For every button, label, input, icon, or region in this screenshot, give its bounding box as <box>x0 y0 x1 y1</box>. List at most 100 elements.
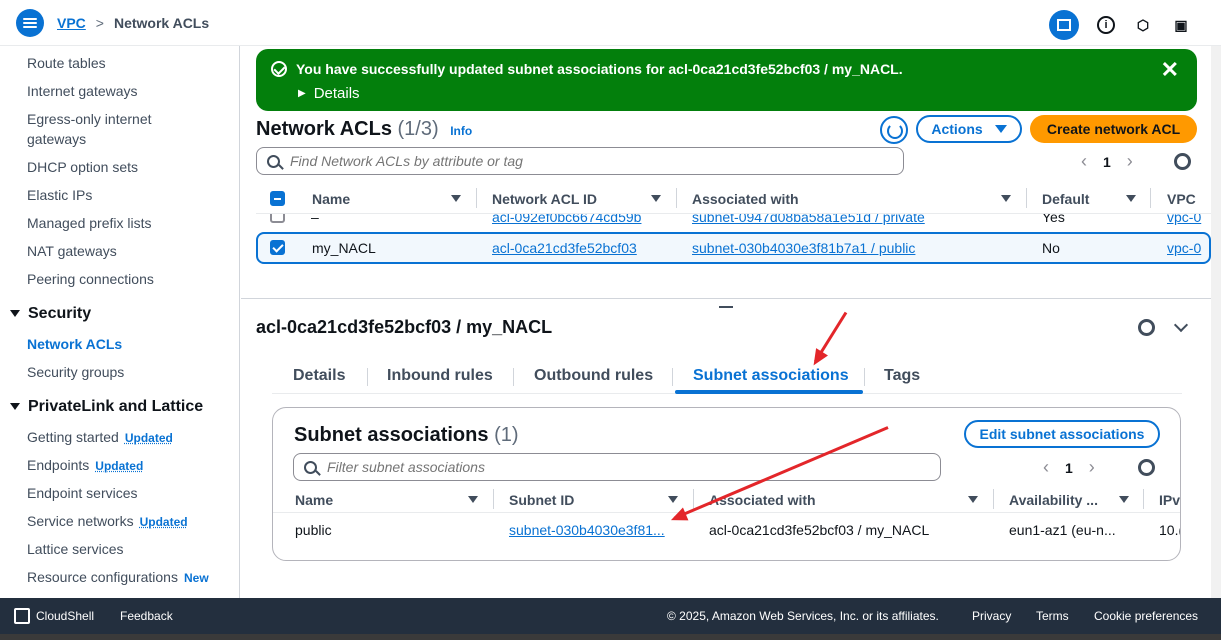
column-header-name[interactable]: Name <box>295 492 333 508</box>
sidebar-item-elastic-ips[interactable]: Elastic IPs <box>27 185 92 205</box>
gear-icon[interactable] <box>1138 319 1155 336</box>
row-checkbox[interactable] <box>270 240 285 255</box>
updated-badge: Updated <box>95 459 144 473</box>
sidebar-item-security-groups[interactable]: Security groups <box>27 362 124 382</box>
panel-title: Subnet associations (1) <box>294 424 519 447</box>
sort-icon[interactable] <box>451 195 461 202</box>
feedback-link[interactable]: Feedback <box>120 609 173 623</box>
cell-subnet-id[interactable]: subnet-030b4030e3f81... <box>509 522 665 538</box>
sort-icon[interactable] <box>1001 195 1011 202</box>
close-icon[interactable]: ✕ <box>1161 57 1179 83</box>
sort-icon[interactable] <box>668 496 678 503</box>
caret-down-icon <box>10 403 20 411</box>
cell-acl-id[interactable]: acl-0ca21cd3fe52bcf03 <box>492 240 637 256</box>
sidebar-item-endpoints[interactable]: Endpoints Updated <box>27 455 143 476</box>
caret-down-icon <box>994 125 1007 133</box>
sort-icon[interactable] <box>968 496 978 503</box>
table-row-selected[interactable]: my_NACL acl-0ca21cd3fe52bcf03 subnet-030… <box>256 232 1211 264</box>
column-header-associated[interactable]: Associated with <box>692 191 799 207</box>
sidebar-item-peering-connections[interactable]: Peering connections <box>27 269 154 289</box>
column-header-ipv4[interactable]: IPv <box>1159 492 1180 508</box>
tab-divider <box>672 368 673 386</box>
terminal-icon[interactable] <box>14 608 30 624</box>
info-link[interactable]: Info <box>450 124 472 138</box>
sidebar-section-security[interactable]: Security <box>10 305 91 323</box>
sort-icon[interactable] <box>1126 195 1136 202</box>
subnet-associations-panel: Subnet associations (1) Edit subnet asso… <box>272 407 1181 561</box>
sort-icon[interactable] <box>468 496 478 503</box>
sidebar-item-dhcp-option-sets[interactable]: DHCP option sets <box>27 157 138 177</box>
sidebar-item-lattice-services[interactable]: Lattice services <box>27 539 123 559</box>
column-header-vpc[interactable]: VPC <box>1167 191 1196 207</box>
sidebar-section-privatelink[interactable]: PrivateLink and Lattice <box>10 398 203 416</box>
chevron-right-icon: > <box>95 15 104 31</box>
sort-icon[interactable] <box>1119 496 1129 503</box>
column-header-name[interactable]: Name <box>312 191 350 207</box>
sidebar-item-network-acls[interactable]: Network ACLs <box>27 334 122 354</box>
tab-subnet-associations[interactable]: Subnet associations <box>693 367 849 385</box>
sidebar-item-resource-configurations[interactable]: Resource configurations New <box>27 567 209 588</box>
search-input[interactable] <box>290 153 903 169</box>
privacy-link[interactable]: Privacy <box>972 609 1011 623</box>
tab-divider <box>513 368 514 386</box>
column-header-default[interactable]: Default <box>1042 191 1089 207</box>
select-all-checkbox[interactable] <box>270 191 285 206</box>
resize-handle[interactable] <box>719 306 733 308</box>
sidebar-item-service-networks[interactable]: Service networks Updated <box>27 511 188 532</box>
create-network-acl-button[interactable]: Create network ACL <box>1030 115 1197 143</box>
subnet-filter[interactable] <box>293 453 941 481</box>
page-number[interactable]: 1 <box>1065 460 1073 476</box>
chevron-left-icon[interactable]: ‹ <box>1081 151 1087 172</box>
column-divider <box>693 489 694 509</box>
sort-icon[interactable] <box>651 195 661 202</box>
scrollbar[interactable] <box>1211 46 1221 598</box>
cell-associated[interactable]: subnet-030b4030e3f81b7a1 / public <box>692 240 915 256</box>
cookie-preferences-link[interactable]: Cookie preferences <box>1094 609 1198 623</box>
gear-icon[interactable] <box>1138 459 1155 476</box>
cell-vpc[interactable]: vpc-0 <box>1167 240 1201 256</box>
info-icon[interactable]: i <box>1097 16 1115 34</box>
menu-icon[interactable] <box>16 9 44 37</box>
cloudshell-link[interactable]: CloudShell <box>36 609 94 623</box>
breadcrumb-vpc[interactable]: VPC <box>57 15 86 31</box>
chevron-right-icon[interactable]: › <box>1089 457 1095 478</box>
refresh-icon[interactable] <box>880 116 908 144</box>
chevron-right-icon[interactable]: › <box>1127 151 1133 172</box>
edit-subnet-associations-button[interactable]: Edit subnet associations <box>964 420 1160 448</box>
cell-availability: eun1-az1 (eu-n... <box>1009 522 1116 538</box>
split-divider <box>241 298 1211 299</box>
column-divider <box>993 489 994 509</box>
tab-tags[interactable]: Tags <box>884 367 920 385</box>
sidebar-item-managed-prefix-lists[interactable]: Managed prefix lists <box>27 213 152 233</box>
chevron-down-icon[interactable] <box>1173 317 1189 333</box>
network-acl-search[interactable] <box>256 147 904 175</box>
flash-details-toggle[interactable]: Details <box>298 85 360 102</box>
sidebar-item-nat-gateways[interactable]: NAT gateways <box>27 241 117 261</box>
tab-inbound-rules[interactable]: Inbound rules <box>387 367 493 385</box>
tab-details[interactable]: Details <box>293 367 345 385</box>
settings-hex-icon[interactable]: ⬡ <box>1133 15 1153 35</box>
detail-tabs: Details Inbound rules Outbound rules Sub… <box>272 364 1182 394</box>
sidebar-item-label: Endpoints <box>27 457 90 473</box>
copyright: © 2025, Amazon Web Services, Inc. or its… <box>667 609 939 623</box>
actions-button[interactable]: Actions <box>916 115 1022 143</box>
sidebar-section-privatelink-label: PrivateLink and Lattice <box>28 398 204 415</box>
sidebar-item-route-tables[interactable]: Route tables <box>27 53 106 73</box>
column-header-subnet-id[interactable]: Subnet ID <box>509 492 574 508</box>
panel-icon[interactable] <box>1049 10 1079 40</box>
sidebar-item-endpoint-services[interactable]: Endpoint services <box>27 483 138 503</box>
sidebar-item-egress-only-gateways[interactable]: Egress-only internet gateways <box>27 109 177 149</box>
table-header: Name Network ACL ID Associated with Defa… <box>256 184 1211 214</box>
sidebar-item-getting-started[interactable]: Getting started Updated <box>27 427 173 448</box>
cell-associated: acl-0ca21cd3fe52bcf03 / my_NACL <box>709 522 930 538</box>
column-header-availability[interactable]: Availability ... <box>1009 492 1098 508</box>
chevron-left-icon[interactable]: ‹ <box>1043 457 1049 478</box>
feedback-icon[interactable]: ▣ <box>1171 15 1191 35</box>
terms-link[interactable]: Terms <box>1036 609 1069 623</box>
sidebar-item-internet-gateways[interactable]: Internet gateways <box>27 81 138 101</box>
filter-input[interactable] <box>327 459 940 475</box>
tab-outbound-rules[interactable]: Outbound rules <box>534 367 653 385</box>
column-header-acl-id[interactable]: Network ACL ID <box>492 191 597 207</box>
page-number[interactable]: 1 <box>1103 154 1111 170</box>
gear-icon[interactable] <box>1174 153 1191 170</box>
